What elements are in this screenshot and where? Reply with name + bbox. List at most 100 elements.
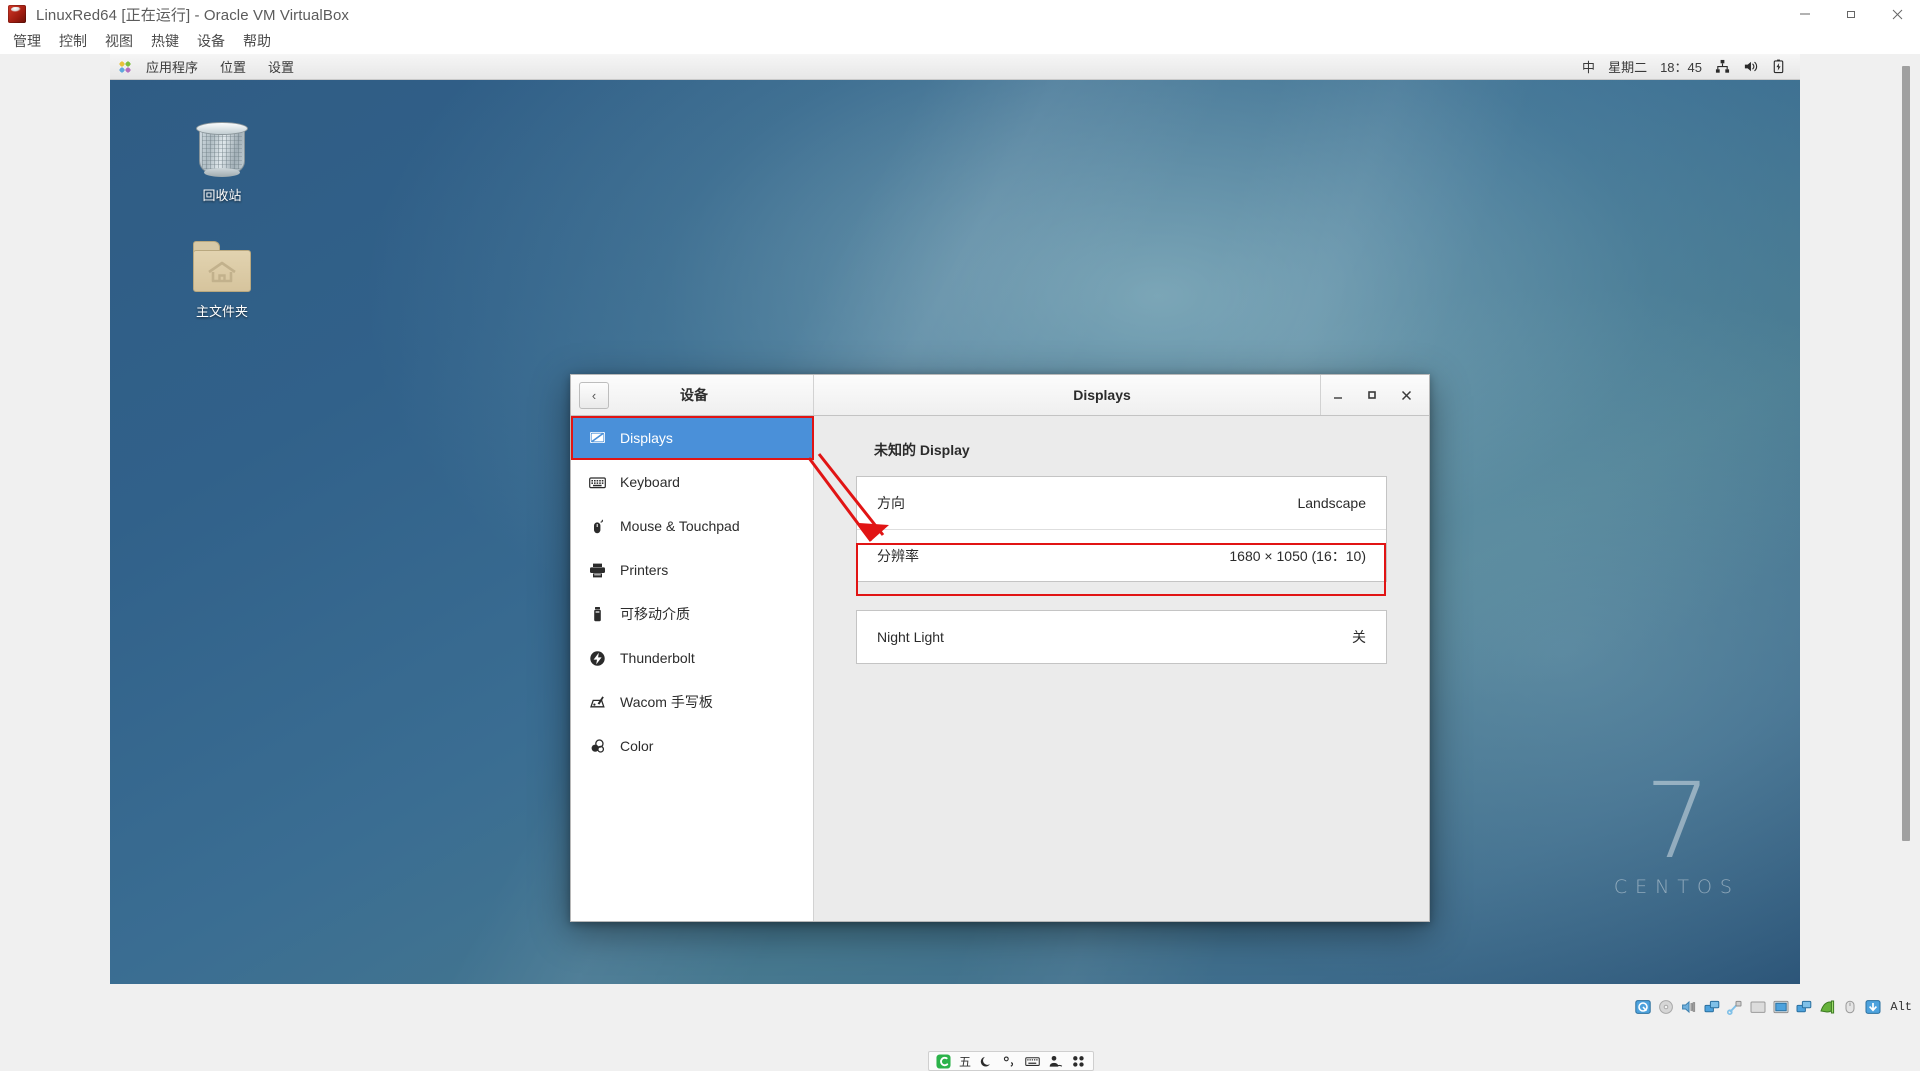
virtualbox-statusbar: Alt — [0, 995, 1920, 1019]
settings-close-button[interactable] — [1389, 375, 1423, 415]
sidebar-item-removable-media[interactable]: 可移动介质 — [571, 592, 813, 636]
sogou-mode-label[interactable]: 五 — [959, 1053, 971, 1070]
menu-item-help[interactable]: 帮助 — [234, 29, 280, 53]
menu-item-devices[interactable]: 设备 — [188, 29, 234, 53]
minimize-button[interactable] — [1782, 0, 1828, 28]
display-heading: 未知的 Display — [874, 440, 1387, 460]
settings-sidebar: Displays — [571, 416, 814, 921]
menu-item-hotkey[interactable]: 热键 — [142, 29, 188, 53]
sidebar-item-keyboard[interactable]: Keyboard — [571, 460, 813, 504]
input-method-indicator[interactable]: 中 — [1582, 57, 1595, 76]
vm-scrollbar-thumb[interactable] — [1902, 66, 1910, 841]
display-icon — [589, 430, 606, 447]
mouse-icon[interactable] — [1842, 999, 1858, 1015]
resolution-value: 1680 × 1050 (16：10) — [1229, 546, 1366, 566]
sidebar-item-label: Keyboard — [620, 474, 680, 490]
sidebar-item-printers[interactable]: Printers — [571, 548, 813, 592]
back-button[interactable]: ‹ — [579, 382, 609, 409]
gnome-top-panel: 应用程序 位置 设置 中 星期二 18：45 — [110, 54, 1800, 80]
network-icon[interactable] — [1704, 999, 1720, 1015]
centos-version: 7 — [1614, 776, 1740, 866]
mouse-icon — [589, 518, 606, 535]
user-icon[interactable] — [1048, 1054, 1063, 1069]
sidebar-item-label: 可移动介质 — [620, 604, 690, 624]
sidebar-item-color[interactable]: Color — [571, 724, 813, 768]
clock-time[interactable]: 18：45 — [1660, 57, 1702, 76]
orientation-value: Landscape — [1297, 495, 1366, 511]
settings-body: Displays — [571, 416, 1429, 921]
sogou-ime-toolbar[interactable]: 五 — [928, 1051, 1094, 1071]
sidebar-item-displays[interactable]: Displays — [571, 416, 813, 460]
battery-icon[interactable] — [1771, 59, 1786, 74]
orientation-label: 方向 — [877, 493, 905, 513]
settings-category-title: 设备 — [609, 385, 813, 405]
volume-icon[interactable] — [1743, 59, 1758, 74]
resolution-row[interactable]: 分辨率 1680 × 1050 (16：10) — [857, 529, 1386, 581]
sidebar-item-label: Color — [620, 738, 653, 754]
gnome-menu-settings[interactable]: 设置 — [258, 55, 304, 78]
sidebar-item-label: Mouse & Touchpad — [620, 518, 740, 534]
printer-icon — [589, 562, 606, 579]
night-light-row[interactable]: Night Light 关 — [857, 611, 1386, 663]
gnome-menu-places[interactable]: 位置 — [210, 55, 256, 78]
night-light-group: Night Light 关 — [856, 610, 1387, 664]
virtualbox-icon — [8, 5, 26, 23]
gnome-panel-left: 应用程序 位置 设置 — [110, 55, 304, 78]
vm-capture-icon[interactable] — [1819, 999, 1835, 1015]
settings-panel-title: Displays — [814, 387, 1320, 403]
wacom-tablet-icon — [589, 694, 606, 711]
sidebar-item-mouse-touchpad[interactable]: Mouse & Touchpad — [571, 504, 813, 548]
gnome-menu-applications[interactable]: 应用程序 — [136, 55, 208, 78]
color-icon — [589, 738, 606, 755]
optical-disk-icon[interactable] — [1658, 999, 1674, 1015]
shared-folder-icon[interactable] — [1750, 999, 1766, 1015]
menu-item-manage[interactable]: 管理 — [4, 29, 50, 53]
restore-button[interactable] — [1828, 0, 1874, 28]
sidebar-item-label: Wacom 手写板 — [620, 692, 713, 712]
moon-icon[interactable] — [979, 1054, 994, 1069]
audio-icon[interactable] — [1681, 999, 1697, 1015]
desktop-icon-trash[interactable]: 回收站 — [174, 119, 270, 204]
keyboard-indicator-icon[interactable] — [1865, 999, 1881, 1015]
sidebar-item-thunderbolt[interactable]: Thunderbolt — [571, 636, 813, 680]
gnome-settings-window: ‹ 设备 Displays — [570, 374, 1430, 922]
settings-header-right: Displays — [814, 375, 1429, 415]
vm-vertical-scrollbar[interactable] — [1900, 66, 1912, 1007]
desktop-icon-label: 回收站 — [202, 185, 241, 204]
close-button[interactable] — [1874, 0, 1920, 28]
centos-name: CENTOS — [1614, 876, 1740, 898]
home-folder-icon — [191, 239, 253, 295]
host-key-label: Alt — [1890, 1000, 1912, 1014]
clock-weekday[interactable]: 星期二 — [1608, 57, 1647, 76]
settings-window-controls — [1320, 375, 1429, 415]
display-settings-group: 方向 Landscape 分辨率 1680 × 1050 (16：10) — [856, 476, 1387, 582]
display-icon[interactable] — [1773, 999, 1789, 1015]
network-icon[interactable] — [1715, 59, 1730, 74]
virtualbox-window: LinuxRed64 [正在运行] - Oracle VM VirtualBox… — [0, 0, 1920, 1019]
desktop-icon-home[interactable]: 主文件夹 — [174, 239, 270, 320]
menu-item-view[interactable]: 视图 — [96, 29, 142, 53]
night-light-label: Night Light — [877, 629, 944, 645]
sidebar-item-label: Thunderbolt — [620, 650, 695, 666]
thunderbolt-icon — [589, 650, 606, 667]
settings-minimize-button[interactable] — [1321, 375, 1355, 415]
orientation-row[interactable]: 方向 Landscape — [857, 477, 1386, 529]
sidebar-item-wacom-tablet[interactable]: Wacom 手写板 — [571, 680, 813, 724]
window-title: LinuxRed64 [正在运行] - Oracle VM VirtualBox — [36, 4, 349, 25]
recording-icon[interactable] — [1796, 999, 1812, 1015]
settings-maximize-button[interactable] — [1355, 375, 1389, 415]
centos-watermark: 7 CENTOS — [1614, 776, 1740, 898]
resolution-label: 分辨率 — [877, 546, 919, 566]
sidebar-item-label: Displays — [620, 430, 673, 446]
hard-disk-icon[interactable] — [1635, 999, 1651, 1015]
applications-icon — [118, 60, 132, 74]
usb-icon[interactable] — [1727, 999, 1743, 1015]
sogou-icon[interactable] — [936, 1054, 951, 1069]
desktop-icon-label: 主文件夹 — [196, 301, 248, 320]
menu-item-control[interactable]: 控制 — [50, 29, 96, 53]
settings-headerbar: ‹ 设备 Displays — [571, 375, 1429, 416]
sidebar-item-label: Printers — [620, 562, 668, 578]
keyboard-icon[interactable] — [1025, 1054, 1040, 1069]
punctuation-icon[interactable] — [1002, 1054, 1017, 1069]
menu-grid-icon[interactable] — [1071, 1054, 1086, 1069]
